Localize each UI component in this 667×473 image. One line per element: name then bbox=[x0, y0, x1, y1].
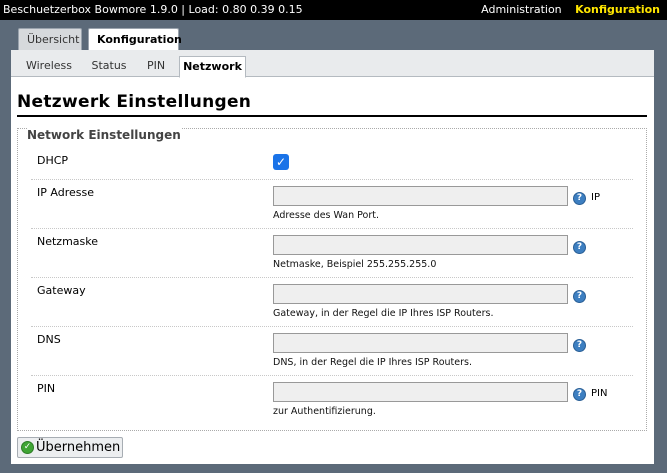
help-icon[interactable]: ? bbox=[573, 290, 586, 303]
title-divider bbox=[17, 115, 647, 117]
pin-description: zur Authentifizierung. bbox=[273, 406, 376, 417]
device-status-title: Beschuetzerbox Bowmore 1.9.0 | Load: 0.8… bbox=[3, 3, 303, 16]
dns-label: DNS bbox=[37, 333, 61, 346]
form-row-dns: DNS ? DNS, in der Regel die IP Ihres ISP… bbox=[31, 327, 633, 376]
page-title: Netzwerk Einstellungen bbox=[17, 92, 252, 112]
help-icon[interactable]: ? bbox=[573, 192, 586, 205]
submit-button[interactable]: ✓ Übernehmen bbox=[17, 437, 123, 458]
content-panel: Wireless Status PIN Netzwork Netzwerk Ei… bbox=[11, 50, 654, 464]
sub-tabs: Wireless Status PIN Netzwork bbox=[11, 50, 654, 78]
form-row-dhcp: DHCP ✓ bbox=[31, 150, 633, 180]
form-row-gateway: Gateway ? Gateway, in der Regel die IP I… bbox=[31, 278, 633, 327]
pin-input[interactable] bbox=[273, 382, 568, 402]
ip-help-text: IP bbox=[591, 192, 600, 203]
netmask-description: Netmaske, Beispiel 255.255.255.0 bbox=[273, 259, 437, 270]
dhcp-checkbox[interactable]: ✓ bbox=[273, 154, 289, 170]
subtab-wireless[interactable]: Wireless bbox=[19, 56, 79, 77]
subtab-netzwork[interactable]: Netzwork bbox=[179, 56, 246, 78]
tab-konfiguration[interactable]: Konfiguration bbox=[88, 28, 182, 51]
form-row-netmask: Netzmaske ? Netmaske, Beispiel 255.255.2… bbox=[31, 229, 633, 278]
gateway-description: Gateway, in der Regel die IP Ihres ISP R… bbox=[273, 308, 494, 319]
checkmark-icon: ✓ bbox=[275, 155, 287, 169]
ip-label: IP Adresse bbox=[37, 186, 94, 199]
ip-input[interactable] bbox=[273, 186, 568, 206]
dns-input[interactable] bbox=[273, 333, 568, 353]
help-icon[interactable]: ? bbox=[573, 388, 586, 401]
help-icon[interactable]: ? bbox=[573, 241, 586, 254]
dhcp-label: DHCP bbox=[37, 154, 69, 167]
tab-uebersicht[interactable]: Übersicht bbox=[18, 28, 82, 50]
ip-description: Adresse des Wan Port. bbox=[273, 210, 380, 221]
netmask-label: Netzmaske bbox=[37, 235, 99, 248]
form-row-ip: IP Adresse ? IP Adresse des Wan Port. bbox=[31, 180, 633, 229]
netmask-input[interactable] bbox=[273, 235, 568, 255]
top-nav: Administration Konfiguration bbox=[471, 0, 660, 20]
subtab-status[interactable]: Status bbox=[85, 56, 133, 77]
subtab-pin[interactable]: PIN bbox=[139, 56, 173, 77]
pin-help-text: PIN bbox=[591, 388, 608, 399]
pin-label: PIN bbox=[37, 382, 56, 395]
nav-administration-link[interactable]: Administration bbox=[481, 3, 562, 16]
help-icon[interactable]: ? bbox=[573, 339, 586, 352]
gateway-label: Gateway bbox=[37, 284, 86, 297]
fieldset-legend: Network Einstellungen bbox=[27, 128, 181, 142]
submit-label: Übernehmen bbox=[36, 440, 121, 455]
form-row-pin: PIN ? PIN zur Authentifizierung. bbox=[31, 376, 633, 422]
top-bar: Beschuetzerbox Bowmore 1.9.0 | Load: 0.8… bbox=[0, 0, 667, 20]
nav-konfiguration-link[interactable]: Konfiguration bbox=[575, 3, 660, 16]
gateway-input[interactable] bbox=[273, 284, 568, 304]
ok-icon: ✓ bbox=[21, 441, 34, 454]
dns-description: DNS, in der Regel die IP Ihres ISP Route… bbox=[273, 357, 472, 368]
